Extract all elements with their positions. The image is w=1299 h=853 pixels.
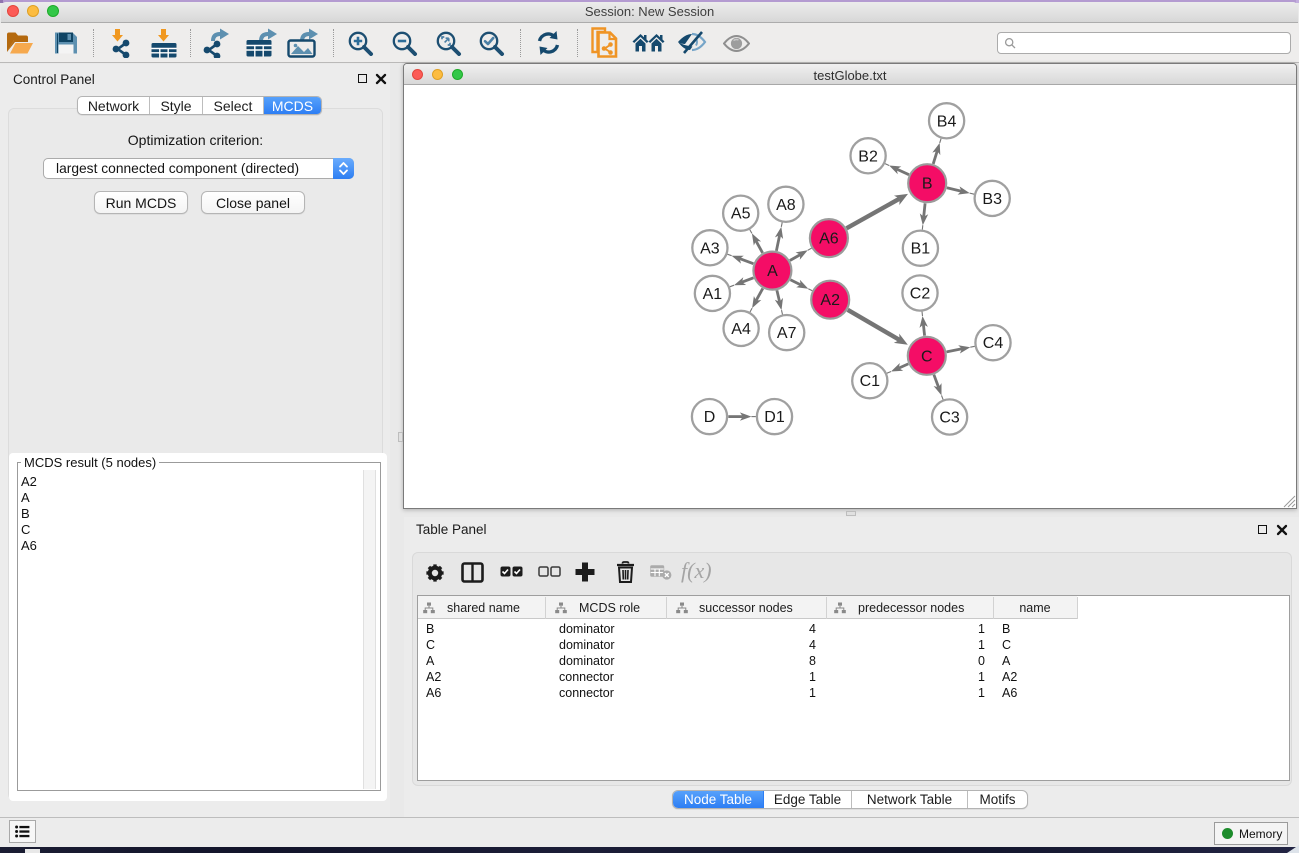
svg-text:B: B bbox=[922, 176, 933, 193]
svg-text:C2: C2 bbox=[910, 286, 931, 303]
svg-text:A6: A6 bbox=[819, 231, 839, 248]
svg-text:C3: C3 bbox=[939, 410, 960, 427]
svg-text:C4: C4 bbox=[983, 335, 1004, 352]
svg-text:A1: A1 bbox=[703, 286, 723, 303]
svg-text:D: D bbox=[704, 409, 716, 426]
svg-text:B3: B3 bbox=[982, 191, 1002, 208]
svg-text:A4: A4 bbox=[731, 321, 751, 338]
svg-text:C1: C1 bbox=[860, 373, 881, 390]
svg-text:B4: B4 bbox=[937, 113, 957, 130]
svg-text:A8: A8 bbox=[776, 197, 796, 214]
svg-text:B2: B2 bbox=[858, 148, 878, 165]
svg-text:A5: A5 bbox=[731, 206, 751, 223]
svg-text:A: A bbox=[767, 263, 778, 280]
svg-text:A3: A3 bbox=[700, 240, 720, 257]
svg-text:B1: B1 bbox=[911, 241, 931, 258]
svg-text:C: C bbox=[921, 348, 933, 365]
svg-text:A7: A7 bbox=[777, 325, 797, 342]
svg-text:D1: D1 bbox=[764, 409, 785, 426]
svg-text:A2: A2 bbox=[820, 292, 840, 309]
